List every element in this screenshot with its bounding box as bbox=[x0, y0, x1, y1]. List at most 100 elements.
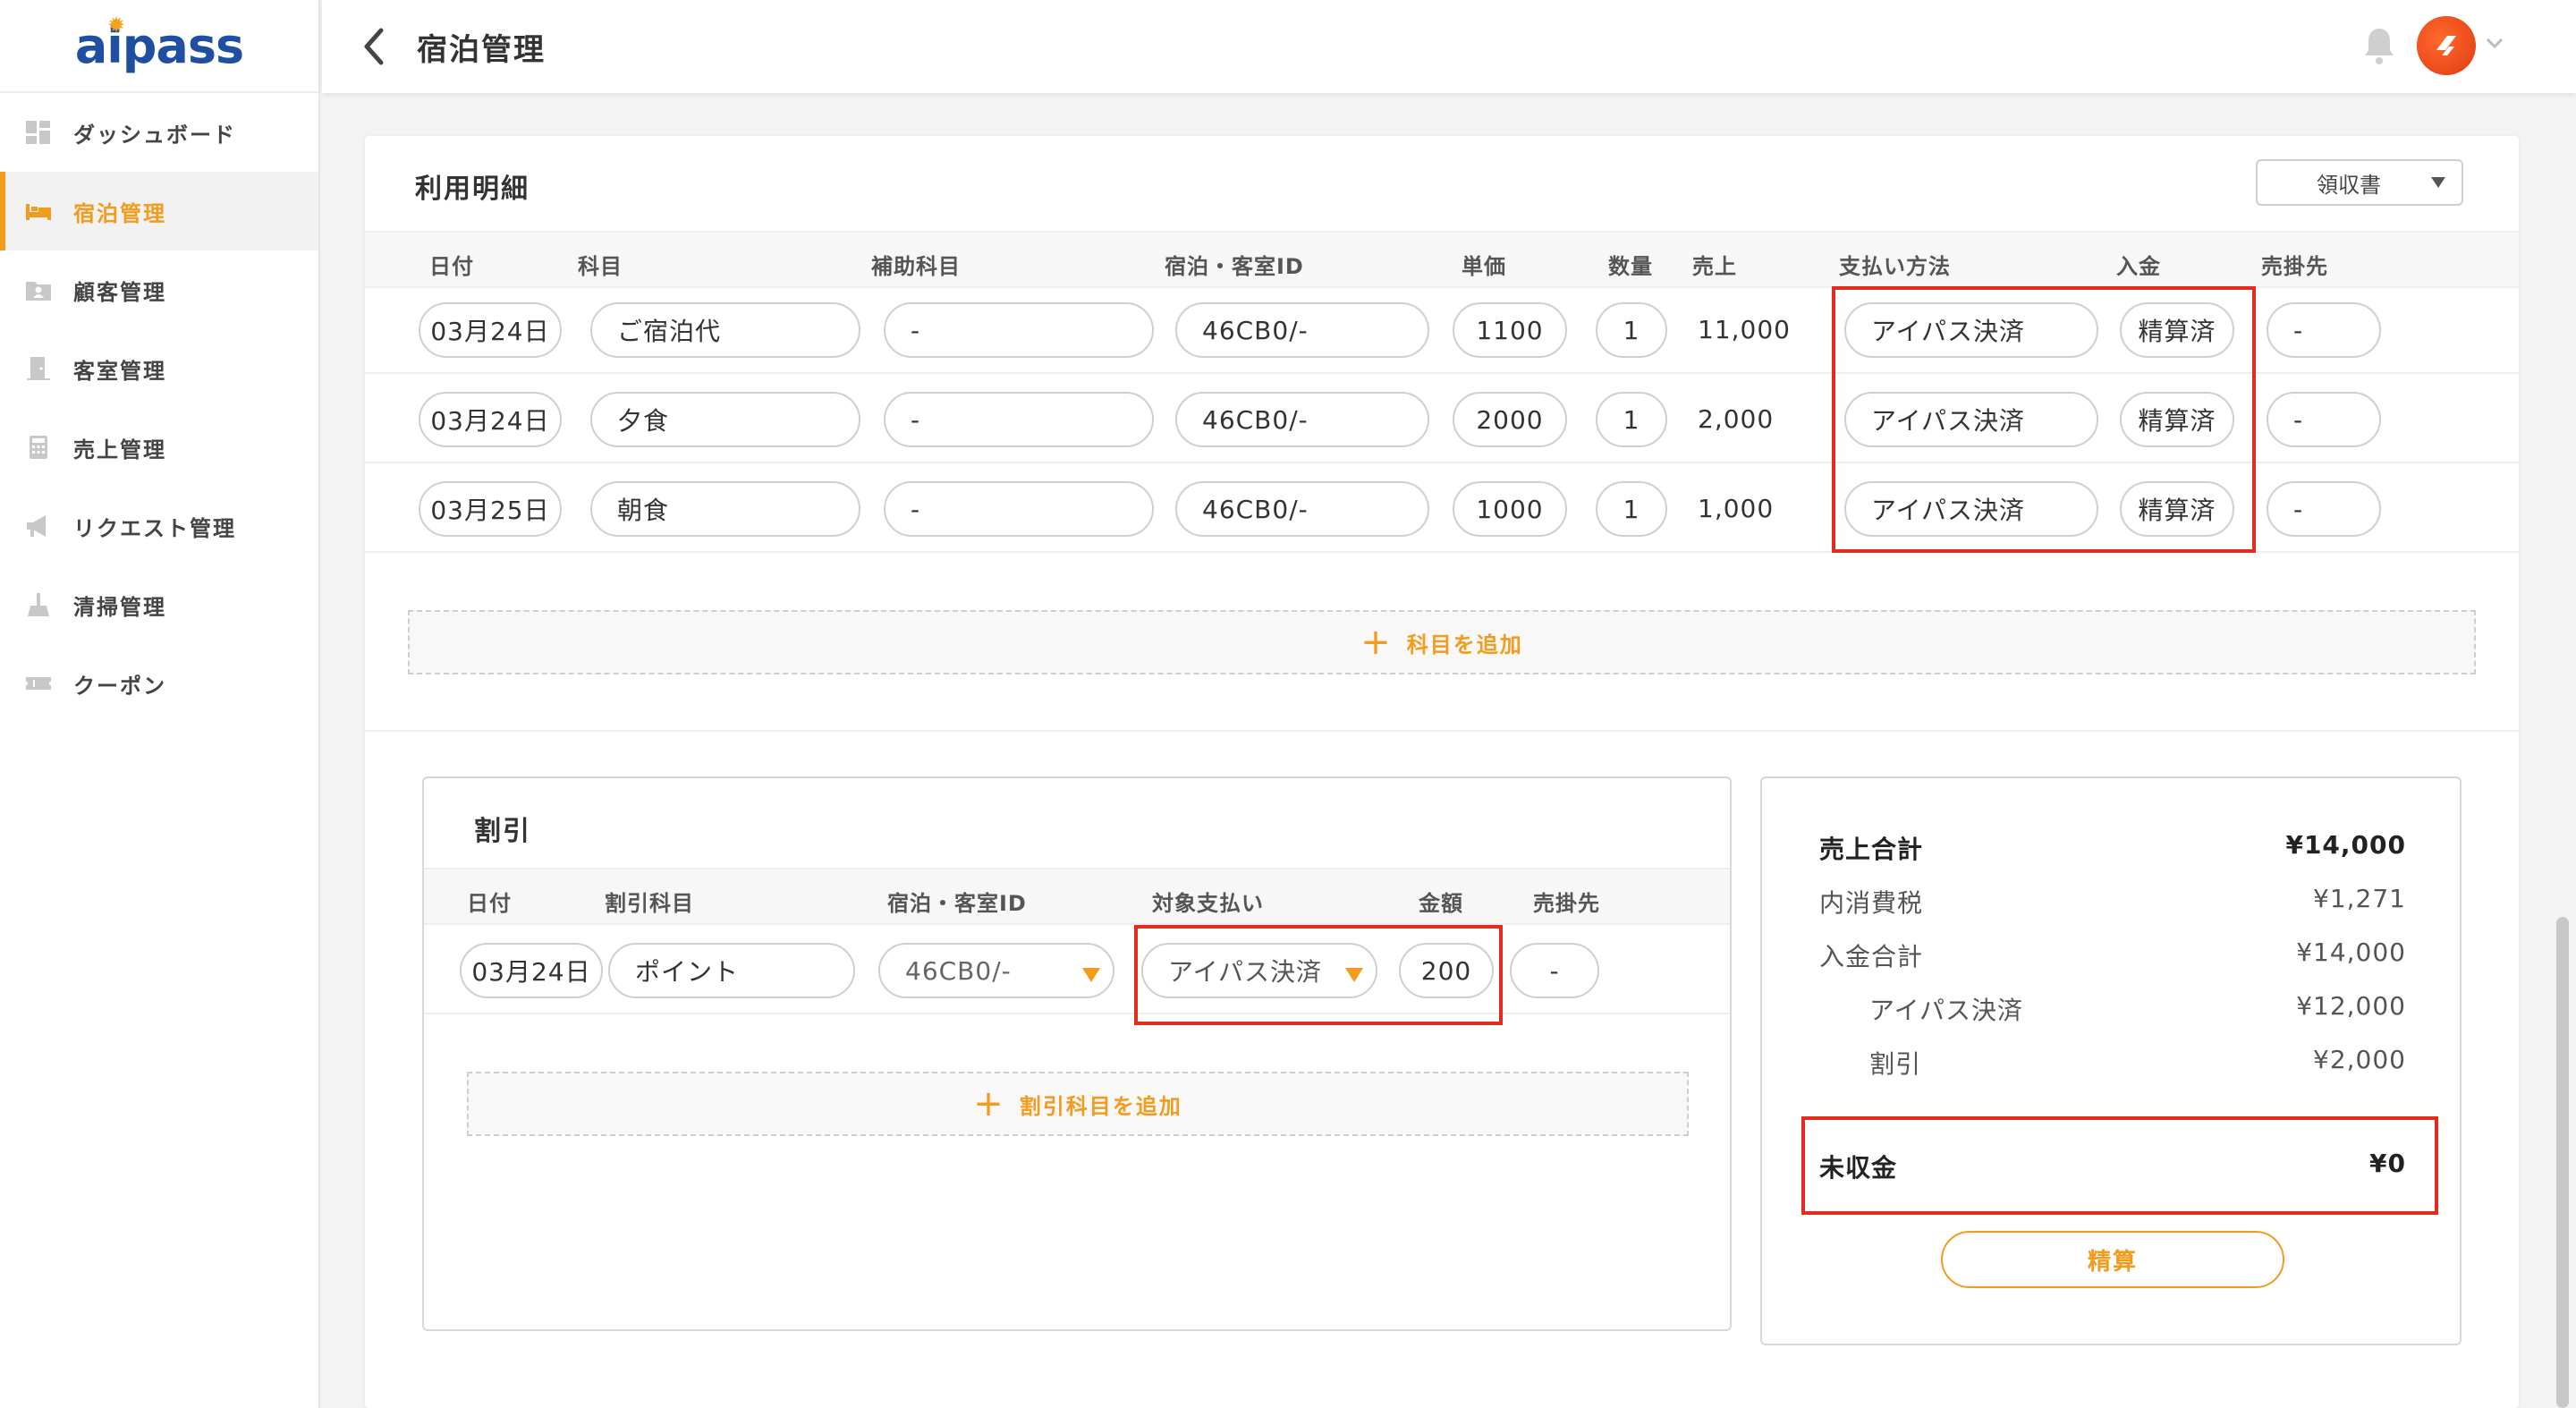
sidebar-item-cleaning[interactable]: 清掃管理 bbox=[0, 565, 318, 644]
sub-item-field[interactable]: - bbox=[884, 392, 1154, 447]
logo-sun-icon: ✹ bbox=[107, 13, 126, 38]
discount-item-field[interactable]: ポイント bbox=[608, 943, 855, 998]
page-title: 宿泊管理 bbox=[417, 31, 546, 68]
stay-id-field[interactable]: 46CB0/- bbox=[1175, 392, 1429, 447]
sidebar-item-label: 売上管理 bbox=[73, 437, 166, 462]
sales-value: 11,000 bbox=[1698, 315, 1791, 344]
item-field[interactable]: ご宿泊代 bbox=[590, 302, 860, 358]
chevron-down-icon[interactable] bbox=[2485, 34, 2504, 52]
deposit-total-value: ¥14,000 bbox=[2296, 937, 2406, 967]
receivable-field[interactable]: - bbox=[2267, 392, 2381, 447]
sidebar-item-coupon[interactable]: クーポン bbox=[0, 644, 318, 723]
header-receivable: 売掛先 bbox=[1533, 891, 1600, 916]
sidebar-item-label: 清掃管理 bbox=[73, 594, 166, 620]
door-icon bbox=[25, 356, 52, 381]
receipt-label: 領収書 bbox=[2317, 172, 2381, 198]
highlight-box-payment bbox=[1832, 286, 2256, 553]
sidebar-item-sales[interactable]: 売上管理 bbox=[0, 408, 318, 487]
sidebar-item-label: 宿泊管理 bbox=[73, 200, 166, 226]
receivable-field[interactable]: - bbox=[2267, 302, 2381, 358]
tax-row: 内消費税 ¥1,271 bbox=[1819, 884, 2406, 929]
sidebar: ✹ aipass ダッシュボード 宿泊管理 顧客管理 客室管理 売上管理 リクエ… bbox=[0, 0, 320, 1408]
plus-icon: + bbox=[973, 1083, 1005, 1124]
item-field[interactable]: 朝食 bbox=[590, 481, 860, 537]
header-stay-id: 宿泊・客室ID bbox=[1165, 254, 1304, 279]
add-item-button[interactable]: + 科目を追加 bbox=[408, 610, 2476, 674]
add-discount-label: 割引科目を追加 bbox=[1019, 1093, 1182, 1119]
header-discount-item: 割引科目 bbox=[605, 891, 694, 916]
receivable-field[interactable]: - bbox=[2267, 481, 2381, 537]
date-field[interactable]: 03月24日 bbox=[460, 943, 603, 998]
aipass-label: アイパス決済 bbox=[1869, 996, 2024, 1025]
date-field[interactable]: 03月25日 bbox=[419, 481, 562, 537]
top-header: 宿泊管理 bbox=[322, 0, 2576, 93]
highlight-box-unpaid bbox=[1801, 1116, 2438, 1215]
aipass-value: ¥12,000 bbox=[2296, 991, 2406, 1021]
summary-card: 売上合計 ¥14,000 内消費税 ¥1,271 入金合計 ¥14,000 アイ… bbox=[1760, 776, 2462, 1345]
megaphone-icon bbox=[25, 513, 52, 539]
sidebar-item-label: 客室管理 bbox=[73, 358, 166, 384]
header-date: 日付 bbox=[429, 254, 474, 279]
scrollbar[interactable] bbox=[2556, 917, 2569, 1408]
date-field[interactable]: 03月24日 bbox=[419, 302, 562, 358]
unit-price-field[interactable]: 2000 bbox=[1453, 392, 1567, 447]
discount-title: 割引 bbox=[474, 816, 531, 847]
logo-text: aipass bbox=[74, 17, 244, 74]
logo[interactable]: ✹ aipass bbox=[0, 0, 318, 93]
sidebar-item-label: ダッシュボード bbox=[73, 122, 236, 148]
sidebar-item-stay[interactable]: 宿泊管理 bbox=[0, 172, 318, 250]
add-discount-button[interactable]: + 割引科目を追加 bbox=[467, 1072, 1689, 1136]
sales-value: 1,000 bbox=[1698, 494, 1775, 523]
section-divider bbox=[365, 730, 2519, 732]
plus-icon: + bbox=[1360, 622, 1393, 663]
sidebar-item-dashboard[interactable]: ダッシュボード bbox=[0, 93, 318, 172]
header-qty: 数量 bbox=[1608, 254, 1653, 279]
date-field[interactable]: 03月24日 bbox=[419, 392, 562, 447]
usage-card: 利用明細 領収書 日付 科目 補助科目 宿泊・客室ID 単価 数量 売上 支払い… bbox=[365, 136, 2519, 1408]
header-stay-id: 宿泊・客室ID bbox=[887, 891, 1027, 916]
sales-total-value: ¥14,000 bbox=[2285, 830, 2406, 860]
tax-value: ¥1,271 bbox=[2313, 884, 2406, 913]
item-field[interactable]: 夕食 bbox=[590, 392, 860, 447]
header-item: 科目 bbox=[578, 254, 623, 279]
stay-id-field[interactable]: 46CB0/- bbox=[1175, 481, 1429, 537]
receipt-dropdown[interactable]: 領収書 bbox=[2256, 159, 2463, 206]
tax-label: 内消費税 bbox=[1819, 888, 1924, 918]
sidebar-item-label: クーポン bbox=[73, 673, 166, 699]
usage-title: 利用明細 bbox=[415, 174, 530, 205]
sidebar-item-customer[interactable]: 顧客管理 bbox=[0, 250, 318, 329]
sidebar-item-room[interactable]: 客室管理 bbox=[0, 329, 318, 408]
sidebar-item-label: リクエスト管理 bbox=[73, 515, 236, 541]
sidebar-item-label: 顧客管理 bbox=[73, 279, 166, 305]
deposit-total-row: 入金合計 ¥14,000 bbox=[1819, 937, 2406, 982]
unit-price-field[interactable]: 1000 bbox=[1453, 481, 1567, 537]
qty-field[interactable]: 1 bbox=[1596, 302, 1667, 358]
caret-down-icon bbox=[2431, 177, 2445, 188]
sub-item-field[interactable]: - bbox=[884, 481, 1154, 537]
stay-id-field[interactable]: 46CB0/- bbox=[1175, 302, 1429, 358]
qty-field[interactable]: 1 bbox=[1596, 481, 1667, 537]
receivable-field[interactable]: - bbox=[1510, 943, 1599, 998]
settle-button[interactable]: 精算 bbox=[1941, 1231, 2284, 1288]
discount-value: ¥2,000 bbox=[2313, 1045, 2406, 1074]
sales-total-row: 売上合計 ¥14,000 bbox=[1819, 830, 2406, 875]
ticket-icon bbox=[25, 671, 52, 696]
header-payment: 支払い方法 bbox=[1839, 254, 1951, 279]
discount-row-summary: 割引 ¥2,000 bbox=[1819, 1045, 2406, 1090]
back-arrow-icon[interactable] bbox=[356, 24, 392, 69]
discount-table-header: 日付 割引科目 宿泊・客室ID 対象支払い 金額 売掛先 bbox=[424, 868, 1730, 925]
bell-icon[interactable] bbox=[2361, 25, 2397, 68]
stay-id-select[interactable]: 46CB0/- bbox=[878, 943, 1114, 998]
caret-down-icon bbox=[1082, 968, 1100, 982]
discount-label: 割引 bbox=[1869, 1049, 1922, 1079]
sidebar-item-request[interactable]: リクエスト管理 bbox=[0, 487, 318, 565]
usage-table-header: 日付 科目 補助科目 宿泊・客室ID 単価 数量 売上 支払い方法 入金 売掛先 bbox=[365, 231, 2519, 288]
qty-field[interactable]: 1 bbox=[1596, 392, 1667, 447]
deposit-total-label: 入金合計 bbox=[1819, 942, 1924, 971]
sub-item-field[interactable]: - bbox=[884, 302, 1154, 358]
avatar[interactable] bbox=[2417, 16, 2476, 75]
header-date: 日付 bbox=[467, 891, 512, 916]
header-deposit: 入金 bbox=[2116, 254, 2161, 279]
header-target-payment: 対象支払い bbox=[1152, 891, 1264, 916]
unit-price-field[interactable]: 1100 bbox=[1453, 302, 1567, 358]
